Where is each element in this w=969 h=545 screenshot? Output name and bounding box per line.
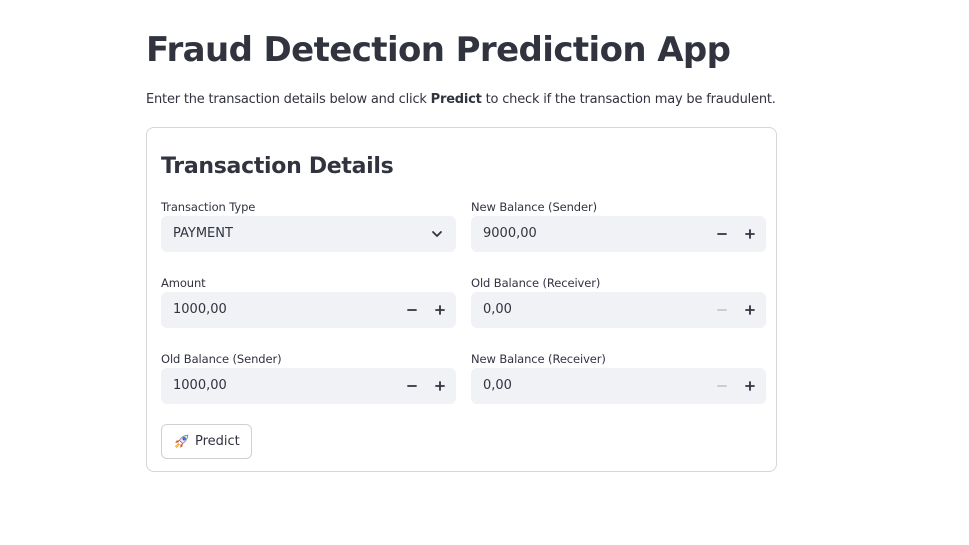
new-balance-sender-increment-button[interactable] bbox=[736, 216, 764, 252]
old-balance-receiver-increment-button[interactable] bbox=[736, 292, 764, 328]
transaction-type-label: Transaction Type bbox=[161, 200, 256, 214]
form-heading: Transaction Details bbox=[161, 154, 394, 179]
plus-icon bbox=[745, 229, 755, 239]
new-balance-sender-decrement-button[interactable] bbox=[708, 216, 736, 252]
old-balance-sender-input[interactable]: 1000,00 bbox=[161, 368, 456, 404]
old-balance-sender-increment-button[interactable] bbox=[426, 368, 454, 404]
new-balance-sender-value: 9000,00 bbox=[483, 226, 537, 241]
amount-increment-button[interactable] bbox=[426, 292, 454, 328]
minus-icon bbox=[717, 385, 727, 387]
plus-icon bbox=[435, 381, 445, 391]
minus-icon bbox=[717, 309, 727, 311]
old-balance-sender-label: Old Balance (Sender) bbox=[161, 352, 282, 366]
new-balance-sender-input[interactable]: 9000,00 bbox=[471, 216, 766, 252]
old-balance-sender-decrement-button[interactable] bbox=[398, 368, 426, 404]
amount-value: 1000,00 bbox=[173, 302, 227, 317]
new-balance-receiver-value: 0,00 bbox=[483, 378, 512, 393]
old-balance-sender-value: 1000,00 bbox=[173, 378, 227, 393]
intro-text-end: to check if the transaction may be fraud… bbox=[481, 92, 776, 107]
old-balance-receiver-value: 0,00 bbox=[483, 302, 512, 317]
chevron-down-icon bbox=[432, 231, 442, 237]
amount-input[interactable]: 1000,00 bbox=[161, 292, 456, 328]
new-balance-sender-label: New Balance (Sender) bbox=[471, 200, 597, 214]
new-balance-receiver-increment-button[interactable] bbox=[736, 368, 764, 404]
plus-icon bbox=[435, 305, 445, 315]
intro-text: Enter the transaction details below and … bbox=[146, 91, 776, 109]
plus-icon bbox=[745, 305, 755, 315]
old-balance-receiver-input[interactable]: 0,00 bbox=[471, 292, 766, 328]
intro-text-start: Enter the transaction details below and … bbox=[146, 92, 431, 107]
transaction-type-select[interactable]: PAYMENT bbox=[161, 216, 456, 252]
old-balance-receiver-label: Old Balance (Receiver) bbox=[471, 276, 601, 290]
amount-label: Amount bbox=[161, 276, 206, 290]
transaction-form: Transaction Details Transaction Type PAY… bbox=[146, 127, 777, 472]
predict-button[interactable]: Predict bbox=[161, 424, 252, 459]
predict-button-label: Predict bbox=[195, 434, 240, 449]
new-balance-receiver-decrement-button[interactable] bbox=[708, 368, 736, 404]
old-balance-receiver-decrement-button[interactable] bbox=[708, 292, 736, 328]
minus-icon bbox=[717, 233, 727, 235]
minus-icon bbox=[407, 385, 417, 387]
transaction-type-value: PAYMENT bbox=[173, 226, 233, 241]
rocket-icon bbox=[175, 434, 189, 448]
page-title: Fraud Detection Prediction App bbox=[146, 30, 731, 70]
minus-icon bbox=[407, 309, 417, 311]
amount-decrement-button[interactable] bbox=[398, 292, 426, 328]
plus-icon bbox=[745, 381, 755, 391]
intro-text-bold: Predict bbox=[430, 92, 482, 107]
new-balance-receiver-input[interactable]: 0,00 bbox=[471, 368, 766, 404]
new-balance-receiver-label: New Balance (Receiver) bbox=[471, 352, 606, 366]
